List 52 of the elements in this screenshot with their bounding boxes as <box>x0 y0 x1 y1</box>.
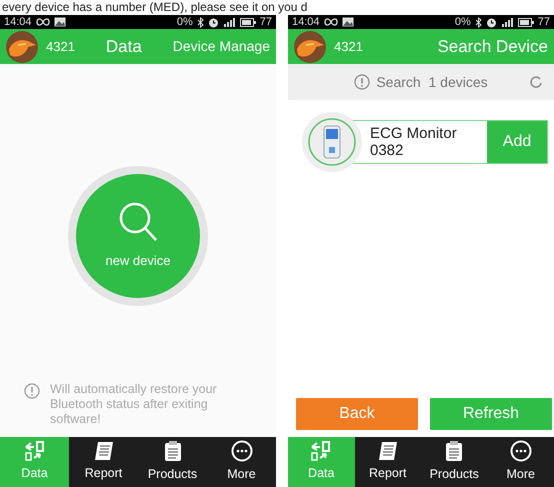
bluetooth-icon <box>196 16 204 28</box>
nav-tab[interactable]: Report <box>354 437 421 487</box>
nav-tab[interactable]: Data <box>0 437 69 487</box>
nav-tab[interactable]: Report <box>69 437 138 487</box>
battery-level-text: 77 <box>538 15 550 29</box>
signal-icon <box>500 17 514 27</box>
screen-title: Search Device <box>437 36 548 58</box>
loading-icon <box>530 76 542 88</box>
new-device-button[interactable]: new device <box>76 174 200 298</box>
battery-icon <box>518 18 534 26</box>
search-icon <box>118 201 158 244</box>
back-button[interactable]: Back <box>296 398 418 430</box>
refresh-button[interactable]: Refresh <box>430 398 552 430</box>
clipboard-icon <box>164 440 182 462</box>
transfer-icon <box>24 441 46 462</box>
device-name: ECG Monitor 0382 <box>369 125 458 159</box>
nav-tab[interactable]: Products <box>421 437 488 487</box>
nav-tab[interactable]: Products <box>138 437 207 487</box>
more-icon <box>230 440 252 462</box>
battery-icon <box>240 18 256 26</box>
avatar-icon <box>294 30 326 62</box>
nav-tab[interactable]: More <box>488 437 554 487</box>
avatar-icon <box>6 30 38 62</box>
device-manage-link[interactable]: Device Manage <box>172 36 270 57</box>
search-status-text: Search 1 devices <box>376 72 488 92</box>
data-rate-text: 0% <box>176 15 193 29</box>
signal-icon <box>222 17 236 27</box>
more-icon <box>510 440 532 462</box>
infinity-icon <box>324 18 338 26</box>
add-button[interactable]: Add <box>487 121 547 163</box>
battery-level-text: 77 <box>260 15 272 29</box>
caption-text: every device has a number (MED), please see it on you d <box>1 0 308 15</box>
user-id-text: 4321 <box>334 38 363 56</box>
clipboard-icon <box>445 440 464 462</box>
user-id-text: 4321 <box>46 38 75 56</box>
image-icon <box>342 17 354 27</box>
info-icon <box>24 383 40 399</box>
bluetooth-icon <box>474 16 482 28</box>
image-icon <box>54 17 66 27</box>
monitor-device-icon <box>307 117 357 167</box>
data-rate-text: 0% <box>454 15 471 29</box>
notice-text: Will automatically restore your Bluetooth status after exiting software! <box>50 382 218 427</box>
infinity-icon <box>36 18 50 26</box>
nav-tab[interactable]: More <box>207 437 276 487</box>
status-time: 14:04 <box>4 15 32 29</box>
transfer-icon <box>310 441 332 462</box>
document-icon <box>92 441 114 462</box>
document-icon <box>376 441 399 462</box>
screen-title: Data <box>106 36 142 58</box>
nav-tab[interactable]: Data <box>288 437 354 487</box>
info-icon <box>354 74 370 90</box>
status-time: 14:04 <box>292 15 320 29</box>
